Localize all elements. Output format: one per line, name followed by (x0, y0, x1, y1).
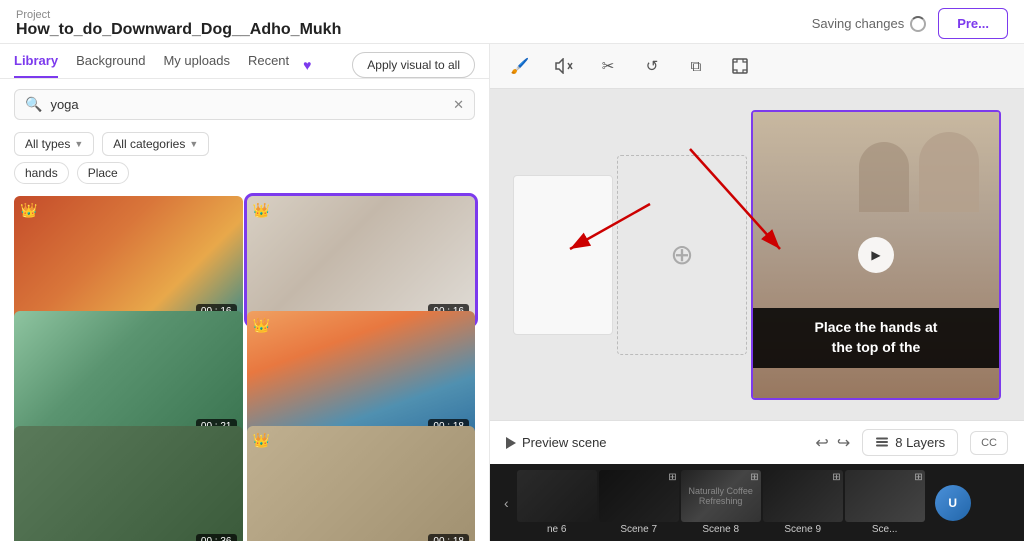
category-filter-dropdown[interactable]: All categories ▼ (102, 132, 209, 156)
favorites-heart-icon[interactable]: ♥ (303, 57, 311, 73)
scene-7-thumb[interactable]: ⊞ Scene 7 (599, 470, 679, 535)
scene-10-thumb[interactable]: ⊞ Sce... (845, 470, 925, 535)
bottom-bar: Preview scene ↩ ↪ 8 Layers CC (490, 420, 1024, 464)
search-clear-icon[interactable]: ✕ (453, 97, 464, 113)
undo-redo-controls: ↩ ↪ (815, 433, 850, 453)
paint-tool-icon[interactable]: 🖌️ (506, 52, 534, 80)
crown-icon-6: 👑 (253, 432, 270, 449)
media-item-3[interactable]: 00 : 21 (14, 311, 243, 440)
tabs-bar: Library Background My uploads Recent ♥ A… (0, 44, 489, 79)
layers-button[interactable]: 8 Layers (862, 429, 958, 456)
tag-place[interactable]: Place (77, 162, 129, 184)
media-item-6[interactable]: 👑 00 : 18 (247, 426, 476, 541)
search-input[interactable] (50, 97, 445, 112)
duration-5: 00 : 36 (196, 534, 237, 541)
scene-10-label: Sce... (845, 524, 925, 535)
media-item-1[interactable]: 👑 00 : 16 (14, 196, 243, 325)
apply-visual-button[interactable]: Apply visual to all (352, 52, 475, 78)
redo-button[interactable]: ↪ (837, 433, 850, 453)
duration-6: 00 : 18 (428, 534, 469, 541)
scene-6-thumb[interactable]: ne 6 (517, 470, 597, 535)
tab-library[interactable]: Library (14, 53, 58, 78)
scene-7-label: Scene 7 (599, 524, 679, 535)
search-icon: 🔍 (25, 96, 42, 113)
mute-icon[interactable] (550, 52, 578, 80)
scene-8-thumb[interactable]: Naturally CoffeeRefreshing ⊞ Scene 8 (681, 470, 761, 535)
media-item-2[interactable]: 👑 00 : 16 (247, 196, 476, 325)
preview-play-icon (506, 437, 516, 449)
undo-button[interactable]: ↩ (815, 433, 828, 453)
scene-9-label: Scene 9 (763, 524, 843, 535)
scene-6-img (517, 470, 597, 522)
canvas-overlay-text: Place the hands at the top of the (753, 308, 999, 367)
saving-spinner-icon (910, 16, 926, 32)
play-button[interactable]: ▶ (858, 237, 894, 273)
preview-button[interactable]: Pre... (938, 8, 1008, 39)
scene-9-img (763, 470, 843, 522)
filters-row: All types ▼ All categories ▼ (0, 126, 489, 162)
type-filter-arrow-icon: ▼ (74, 139, 83, 149)
tab-my-uploads[interactable]: My uploads (163, 53, 229, 78)
canvas-add-slot[interactable]: ⊕ (617, 155, 747, 355)
left-panel: Library Background My uploads Recent ♥ A… (0, 44, 490, 541)
tags-row: hands Place (0, 162, 489, 192)
tab-background[interactable]: Background (76, 53, 145, 78)
scene-8-img: Naturally CoffeeRefreshing (681, 470, 761, 522)
duplicate-icon[interactable]: ⧉ (682, 52, 710, 80)
add-slot-plus-icon: ⊕ (670, 238, 693, 271)
search-area: 🔍 ✕ (0, 79, 489, 126)
scene-6-label: ne 6 (517, 524, 597, 535)
header: Project How_to_do_Downward_Dog__Adho_Muk… (0, 0, 1024, 44)
timeline-prev-arrow[interactable]: ‹ (498, 495, 515, 511)
expand-icon[interactable] (726, 52, 754, 80)
tag-hands[interactable]: hands (14, 162, 69, 184)
crown-icon-4: 👑 (253, 317, 270, 334)
scene-7-img (599, 470, 679, 522)
scene-8-label: Scene 8 (681, 524, 761, 535)
timeline: ‹ ne 6 ⊞ Scene 7 Naturally CoffeeRefresh… (490, 464, 1024, 541)
rotate-icon[interactable]: ↺ (638, 52, 666, 80)
user-avatar: U (935, 485, 971, 521)
tab-recent[interactable]: Recent (248, 53, 289, 78)
scene-10-img (845, 470, 925, 522)
right-panel: 🖌️ ✂ ↺ ⧉ ⊕ (490, 44, 1024, 541)
canvas-area: ⊕ ▶ Place the hands at the to (490, 89, 1024, 420)
scissors-icon[interactable]: ✂ (594, 52, 622, 80)
project-label: Project (16, 9, 341, 21)
search-box: 🔍 ✕ (14, 89, 475, 120)
saving-text: Saving changes (812, 16, 927, 32)
scene-7-layers-icon: ⊞ (668, 472, 676, 483)
project-title: How_to_do_Downward_Dog__Adho_Mukh (16, 21, 341, 39)
scene-10-layers-icon: ⊞ (914, 472, 922, 483)
scene-8-layers-icon: ⊞ (750, 472, 758, 483)
cc-button[interactable]: CC (970, 431, 1008, 455)
preview-scene-button[interactable]: Preview scene (506, 435, 607, 450)
header-right: Saving changes Pre... (812, 8, 1008, 39)
type-filter-dropdown[interactable]: All types ▼ (14, 132, 94, 156)
crown-icon-1: 👑 (20, 202, 37, 219)
header-left: Project How_to_do_Downward_Dog__Adho_Muk… (16, 9, 341, 39)
canvas-video-bg: ▶ Place the hands at the top of the (753, 112, 999, 398)
main-content: Library Background My uploads Recent ♥ A… (0, 44, 1024, 541)
category-filter-arrow-icon: ▼ (189, 139, 198, 149)
canvas-video-slot[interactable]: ▶ Place the hands at the top of the (751, 110, 1001, 400)
media-grid: 👑 00 : 16 👑 00 : 16 00 : 21 👑 00 : 18 (0, 192, 489, 541)
crown-icon-2: 👑 (253, 202, 270, 219)
canvas-empty-left (513, 175, 613, 335)
media-item-5[interactable]: 00 : 36 (14, 426, 243, 541)
media-item-4[interactable]: 👑 00 : 18 (247, 311, 476, 440)
scene-9-layers-icon: ⊞ (832, 472, 840, 483)
toolbar: 🖌️ ✂ ↺ ⧉ (490, 44, 1024, 89)
layers-icon (875, 436, 889, 450)
scene-9-thumb[interactable]: ⊞ Scene 9 (763, 470, 843, 535)
